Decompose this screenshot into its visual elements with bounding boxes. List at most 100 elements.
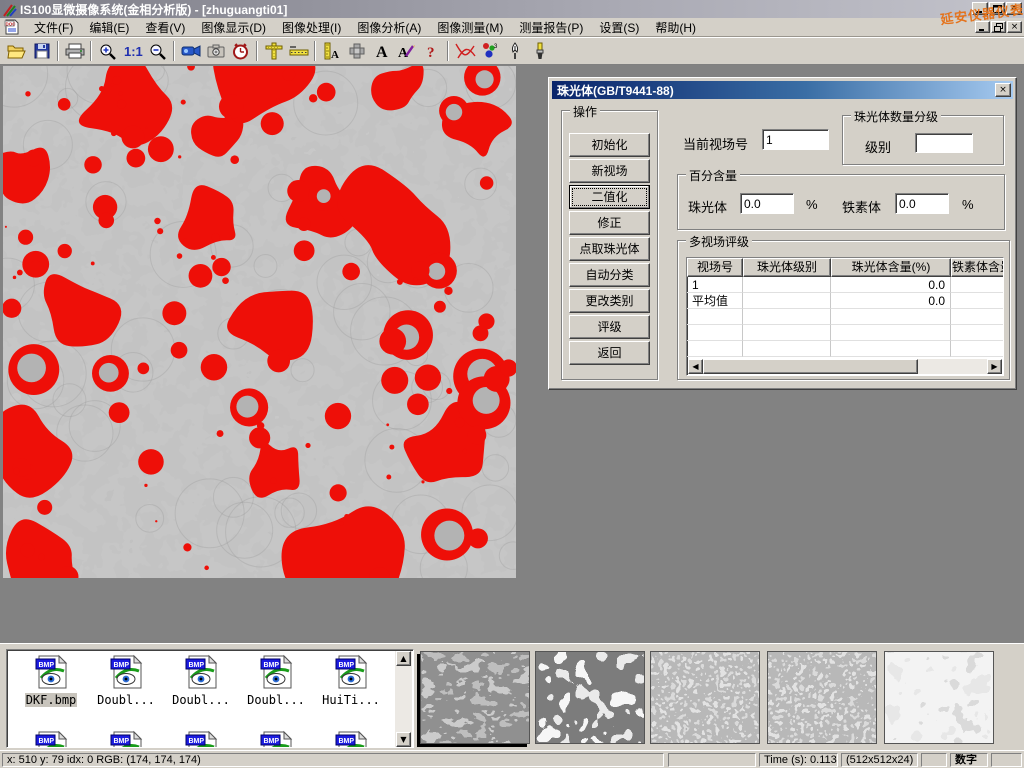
col-pearlite-content[interactable]: 珠光体含量(%) <box>831 258 951 277</box>
measure-ruler-a-button[interactable]: A <box>319 39 344 63</box>
file-item-clipped[interactable]: BMP <box>315 730 387 748</box>
text-annotation-button[interactable]: A <box>369 39 394 63</box>
file-list-scrollbar[interactable]: ▲ ▼ <box>395 651 412 747</box>
file-list-pane[interactable]: BMP DKF.bmp BMP Doubl... BMP Doubl... BM… <box>6 649 414 748</box>
cell-ferrite-content <box>951 293 1004 309</box>
child-minimize-button[interactable] <box>975 21 990 33</box>
close-button[interactable]: × <box>1006 2 1022 15</box>
svg-text:BMP: BMP <box>114 738 130 745</box>
file-item-clipped[interactable]: BMP <box>15 730 87 748</box>
zoom-out-button[interactable] <box>145 39 170 63</box>
level-input[interactable] <box>915 133 973 153</box>
child-close-button[interactable]: × <box>1007 21 1022 33</box>
col-field-number[interactable]: 视场号 <box>687 258 743 277</box>
bmp-file-icon: BMP <box>34 730 68 748</box>
menu-item-image-display[interactable]: 图像显示(D) <box>193 17 274 38</box>
scrollbar-track[interactable] <box>918 359 987 374</box>
scroll-left-arrow[interactable]: ◀ <box>688 359 703 374</box>
pen-tool-button[interactable] <box>502 39 527 63</box>
print-button[interactable] <box>62 39 87 63</box>
zoom-in-button[interactable] <box>95 39 120 63</box>
title-bar[interactable]: IS100显微摄像系统(金相分析版) - [zhuguangti01] × <box>0 0 1024 18</box>
file-item-clipped[interactable]: BMP <box>90 730 162 748</box>
video-capture-button[interactable] <box>178 39 203 63</box>
child-window-controls: × <box>975 21 1022 33</box>
menu-item-image-measure[interactable]: 图像测量(M) <box>429 17 511 38</box>
measure-line-button[interactable] <box>286 39 311 63</box>
grade-button[interactable]: 评级 <box>569 315 650 339</box>
table-row[interactable]: 1 0.0 <box>687 277 1003 293</box>
file-item[interactable]: BMP DKF.bmp <box>15 654 87 707</box>
file-name[interactable]: DKF.bmp <box>25 693 78 707</box>
file-item-clipped[interactable]: BMP <box>165 730 237 748</box>
change-class-button[interactable]: 更改类别 <box>569 289 650 313</box>
file-item[interactable]: BMP Doubl... <box>240 654 312 707</box>
menu-item-view[interactable]: 查看(V) <box>137 17 193 38</box>
file-item[interactable]: BMP Doubl... <box>90 654 162 707</box>
image-stitch-button[interactable] <box>344 39 369 63</box>
curve-tool-button[interactable] <box>452 39 477 63</box>
dialog-close-button[interactable]: × <box>995 83 1011 97</box>
col-pearlite-grade[interactable]: 珠光体级别 <box>743 258 831 277</box>
auto-classify-button[interactable]: 自动分类 <box>569 263 650 287</box>
multi-field-table[interactable]: 视场号 珠光体级别 珠光体含量(%) 铁素体含量(%) 1 0.0 平均值 0.… <box>686 257 1004 376</box>
pearlite-value-input[interactable] <box>740 193 794 214</box>
scroll-down-arrow[interactable]: ▼ <box>396 732 411 747</box>
thumbnail-4[interactable] <box>767 651 877 744</box>
file-item[interactable]: BMP Doubl... <box>165 654 237 707</box>
scroll-up-arrow[interactable]: ▲ <box>396 651 411 666</box>
file-item[interactable]: BMP HuiTi... <box>315 654 387 707</box>
operation-group-label: 操作 <box>570 103 600 120</box>
minimize-button[interactable] <box>972 2 988 15</box>
menu-item-measure-report[interactable]: 测量报告(P) <box>511 17 591 38</box>
table-horizontal-scrollbar[interactable]: ◀ ▶ <box>688 359 1002 374</box>
specimen-image-binarized[interactable] <box>3 66 516 578</box>
menu-item-image-analysis[interactable]: 图像分析(A) <box>349 17 429 38</box>
multi-field-group: 多视场评级 视场号 珠光体级别 珠光体含量(%) 铁素体含量(%) 1 0.0 … <box>677 240 1010 380</box>
file-name[interactable]: HuiTi... <box>321 693 381 707</box>
open-file-button[interactable] <box>4 39 29 63</box>
menu-item-help[interactable]: 帮助(H) <box>647 17 704 38</box>
binarize-button[interactable]: 二值化 <box>569 185 650 209</box>
document-icon[interactable]: DOC <box>4 19 20 35</box>
menu-item-image-process[interactable]: 图像处理(I) <box>274 17 349 38</box>
edit-annotation-button[interactable]: A <box>394 39 419 63</box>
correct-button[interactable]: 修正 <box>569 211 650 235</box>
thumbnail-5[interactable] <box>884 651 994 744</box>
file-name[interactable]: Doubl... <box>96 693 156 707</box>
return-button[interactable]: 返回 <box>569 341 650 365</box>
caliper-button[interactable] <box>261 39 286 63</box>
thumbnail-2[interactable] <box>535 651 645 744</box>
floppy-icon <box>34 43 50 59</box>
init-button[interactable]: 初始化 <box>569 133 650 157</box>
thumbnail-1[interactable] <box>420 651 530 744</box>
pick-pearlite-button[interactable]: 点取珠光体 <box>569 237 650 261</box>
help-button[interactable]: ? <box>419 39 444 63</box>
maximize-button[interactable] <box>989 2 1005 15</box>
help-icon: ? <box>426 43 438 59</box>
file-item-clipped[interactable]: BMP <box>240 730 312 748</box>
table-row[interactable]: 平均值 0.0 <box>687 293 1003 309</box>
actual-size-button[interactable]: 1:1 <box>120 39 145 63</box>
save-button[interactable] <box>29 39 54 63</box>
menu-item-file[interactable]: 文件(F) <box>26 17 81 38</box>
dialog-title-bar[interactable]: 珠光体(GB/T9441-88) <box>552 81 1013 99</box>
col-ferrite-content[interactable]: 铁素体含量(%) <box>951 258 1004 277</box>
menu-item-edit[interactable]: 编辑(E) <box>81 17 137 38</box>
scrollbar-thumb[interactable] <box>703 359 918 374</box>
new-field-button[interactable]: 新视场 <box>569 159 650 183</box>
particle-analysis-button[interactable]: 3 <box>477 39 502 63</box>
pearlite-percent-sign: % <box>806 197 818 212</box>
ferrite-value-input[interactable] <box>895 193 949 214</box>
photo-capture-button[interactable] <box>203 39 228 63</box>
curve-icon <box>454 42 476 60</box>
scroll-right-arrow[interactable]: ▶ <box>987 359 1002 374</box>
current-field-input[interactable] <box>762 129 829 150</box>
child-restore-button[interactable] <box>991 21 1006 33</box>
file-name[interactable]: Doubl... <box>246 693 306 707</box>
timer-button[interactable] <box>228 39 253 63</box>
thumbnail-3[interactable] <box>650 651 760 744</box>
file-name[interactable]: Doubl... <box>171 693 231 707</box>
brush-tool-button[interactable] <box>527 39 552 63</box>
menu-item-settings[interactable]: 设置(S) <box>591 17 647 38</box>
